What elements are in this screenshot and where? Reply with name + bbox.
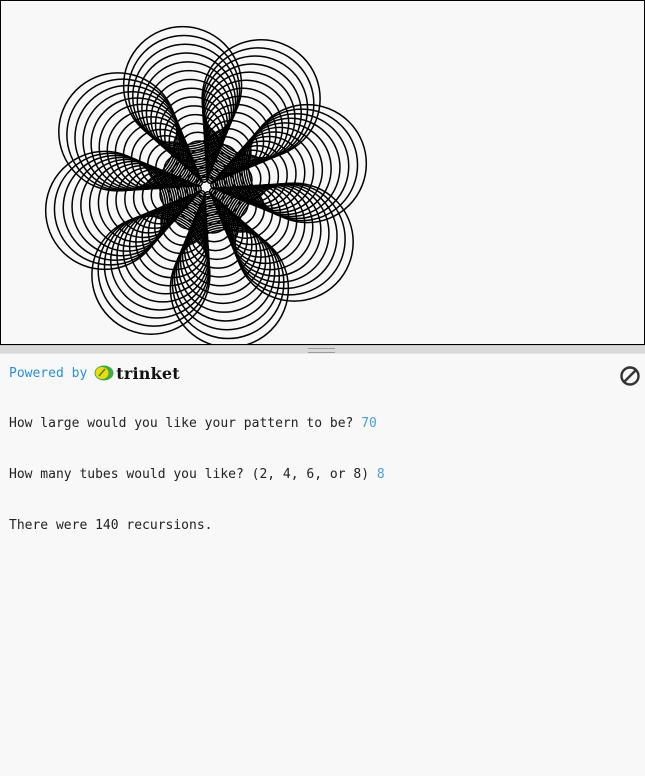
result-text: There were 140 recursions. [9, 518, 213, 533]
turtle-drawing-canvas [44, 25, 368, 344]
pattern-circle [82, 91, 183, 191]
trinket-brand-name: trinket [116, 363, 180, 383]
prompt-text: How large would you like your pattern to… [9, 416, 362, 431]
powered-by-label: Powered by [9, 365, 88, 381]
powered-by-trinket[interactable]: Powered by trinket [9, 363, 180, 383]
turtle-pattern [44, 25, 368, 344]
prompt-text: How many tubes would you like? (2, 4, 6,… [9, 467, 377, 482]
user-input-value: 70 [361, 416, 377, 431]
user-input-value: 8 [376, 467, 385, 482]
stop-icon[interactable] [619, 365, 641, 387]
pattern-circle [58, 72, 178, 192]
resize-grip-icon [308, 348, 335, 353]
console-output-panel: Powered by trinket How large would you l… [0, 356, 645, 776]
pattern-circle [110, 210, 210, 311]
trinket-logo-icon [94, 365, 114, 381]
console-line-size-prompt: How large would you like your pattern to… [9, 415, 385, 432]
console-line-recursions: There were 140 recursions. [9, 517, 385, 534]
pattern-circle [234, 182, 354, 302]
console-line-tubes-prompt: How many tubes would you like? (2, 4, 6,… [9, 466, 385, 483]
pattern-circle [91, 215, 211, 335]
console-output-text: How large would you like your pattern to… [9, 381, 385, 568]
pattern-circle [229, 183, 330, 284]
turtle-canvas-panel [0, 0, 645, 345]
panel-resize-handle[interactable] [0, 345, 645, 354]
